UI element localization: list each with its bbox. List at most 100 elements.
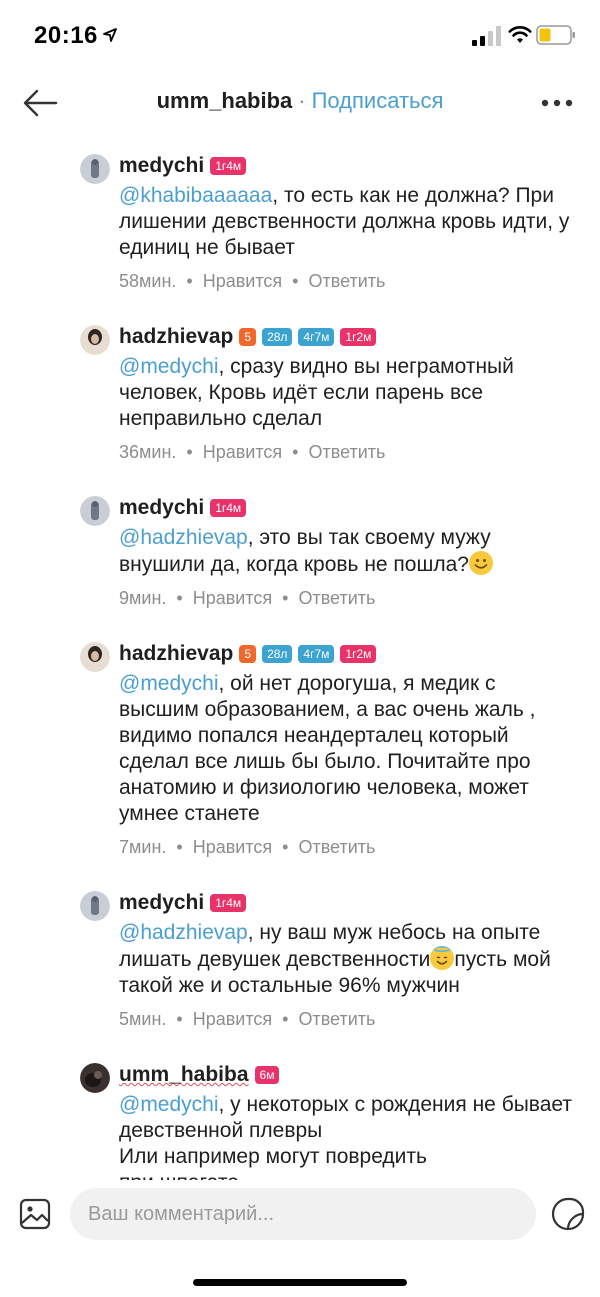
comment-list: medychi 1г4м @khabibaaaaaa, то есть как … xyxy=(0,150,600,1180)
experience-badge: 4г7м xyxy=(298,645,335,663)
separator-dot: • xyxy=(282,1009,289,1029)
comment-text: @hadzhievap, ну ваш муж небось на опыте … xyxy=(119,920,580,999)
mention-link[interactable]: @medychi xyxy=(119,355,219,378)
age-badge: 28л xyxy=(262,645,293,663)
comment-username[interactable]: hadzhievap xyxy=(119,642,233,666)
comment-username[interactable]: hadzhievap xyxy=(119,325,233,349)
avatar[interactable] xyxy=(80,325,110,355)
comment-time: 58мин. xyxy=(119,271,177,291)
comment-username[interactable]: umm_habiba xyxy=(119,1063,249,1087)
separator-dot: • xyxy=(292,442,299,462)
comment-item: medychi 1г4м @khabibaaaaaa, то есть как … xyxy=(0,152,600,295)
comment-header: hadzhievap 5 28л 4г7м 1г2м xyxy=(119,323,580,351)
separator-dot: • xyxy=(176,837,183,857)
image-gallery-icon[interactable] xyxy=(19,1198,51,1230)
level-badge: 5 xyxy=(239,645,257,663)
like-button[interactable]: Нравится xyxy=(193,837,272,857)
avatar[interactable] xyxy=(80,642,110,672)
comment-meta: 9мин. • Нравится • Ответить xyxy=(119,588,580,612)
account-age-badge: 1г2м xyxy=(340,328,377,346)
comment-input[interactable] xyxy=(70,1188,536,1240)
account-age-badge: 1г4м xyxy=(210,157,247,175)
avatar[interactable] xyxy=(80,1063,110,1093)
mention-link[interactable]: @hadzhievap xyxy=(119,526,248,549)
comment-item: medychi 1г4м @hadzhievap, ну ваш муж неб… xyxy=(0,889,600,1033)
follow-button[interactable]: Подписаться xyxy=(312,88,444,113)
level-badge: 5 xyxy=(239,328,257,346)
comment-header: medychi 1г4м xyxy=(119,889,580,917)
comment-body-line3: при шпагате xyxy=(119,1171,239,1180)
separator-dot: • xyxy=(176,1009,183,1029)
header-username[interactable]: umm_habiba xyxy=(157,88,293,113)
account-age-badge: 6м xyxy=(254,1066,280,1084)
comment-text: @medychi, ой нет дорогуша, я медик с выс… xyxy=(119,671,580,827)
comment-header: medychi 1г4м xyxy=(119,494,580,522)
separator-dot: • xyxy=(282,837,289,857)
home-indicator xyxy=(193,1279,407,1286)
sticker-icon[interactable] xyxy=(551,1197,585,1231)
comment-text: @hadzhievap, это вы так своему мужу внуш… xyxy=(119,525,580,578)
mention-link[interactable]: @khabibaaaaaa xyxy=(119,184,272,207)
comment-meta: 7мин. • Нравится • Ответить xyxy=(119,837,580,861)
comment-time: 9мин. xyxy=(119,588,167,608)
reply-button[interactable]: Ответить xyxy=(308,271,385,291)
status-bar: 20:16 xyxy=(0,0,600,70)
comment-meta: 58мин. • Нравится • Ответить xyxy=(119,271,580,295)
reply-button[interactable]: Ответить xyxy=(298,1009,375,1029)
comment-meta: 5мин. • Нравится • Ответить xyxy=(119,1009,580,1033)
separator-dot: • xyxy=(282,588,289,608)
avatar[interactable] xyxy=(80,154,110,184)
comment-text: @medychi, сразу видно вы негрaмотный чел… xyxy=(119,354,580,432)
comment-item: hadzhievap 5 28л 4г7м 1г2м @medychi, сра… xyxy=(0,323,600,466)
avatar[interactable] xyxy=(80,496,110,526)
like-button[interactable]: Нравится xyxy=(193,1009,272,1029)
like-button[interactable]: Нравится xyxy=(193,588,272,608)
separator-dot: • xyxy=(186,442,193,462)
comment-item: medychi 1г4м @hadzhievap, это вы так сво… xyxy=(0,494,600,612)
separator-dot: • xyxy=(186,271,193,291)
account-age-badge: 1г4м xyxy=(210,894,247,912)
comment-username[interactable]: medychi xyxy=(119,891,204,915)
age-badge: 28л xyxy=(262,328,293,346)
comment-time: 7мин. xyxy=(119,837,167,857)
reply-button[interactable]: Ответить xyxy=(298,837,375,857)
comment-time: 36мин. xyxy=(119,442,177,462)
like-button[interactable]: Нравится xyxy=(203,271,282,291)
comment-text: @medychi, у некоторых с рождения не быва… xyxy=(119,1092,580,1180)
mention-link[interactable]: @medychi xyxy=(119,1093,219,1116)
account-age-badge: 1г2м xyxy=(340,645,377,663)
experience-badge: 4г7м xyxy=(298,328,335,346)
cellular-signal-icon xyxy=(472,26,501,46)
wifi-icon xyxy=(508,26,532,43)
comment-time: 5мин. xyxy=(119,1009,167,1029)
avatar[interactable] xyxy=(80,891,110,921)
status-time: 20:16 xyxy=(34,22,98,49)
header-title: umm_habiba · Подписаться xyxy=(0,88,600,114)
comment-meta: 36мин. • Нравится • Ответить xyxy=(119,442,580,466)
comment-username[interactable]: medychi xyxy=(119,154,204,178)
comment-header: hadzhievap 5 28л 4г7м 1г2м xyxy=(119,640,580,668)
comment-item: hadzhievap 5 28л 4г7м 1г2м @medychi, ой … xyxy=(0,640,600,861)
more-options-icon[interactable] xyxy=(540,98,574,108)
like-button[interactable]: Нравится xyxy=(203,442,282,462)
location-arrow-icon xyxy=(103,28,117,42)
comment-username[interactable]: medychi xyxy=(119,496,204,520)
post-header: umm_habiba · Подписаться xyxy=(0,70,600,136)
separator-dot: • xyxy=(176,588,183,608)
reply-button[interactable]: Ответить xyxy=(308,442,385,462)
comment-text: @khabibaaaaaa, то есть как не должна? Пр… xyxy=(119,183,580,261)
header-separator: · xyxy=(298,88,306,113)
smiling-face-emoji-icon xyxy=(468,551,493,575)
mention-link[interactable]: @medychi xyxy=(119,672,219,695)
comment-header: umm_habiba 6м xyxy=(119,1061,580,1089)
separator-dot: • xyxy=(292,271,299,291)
mention-link[interactable]: @hadzhievap xyxy=(119,921,248,944)
reply-button[interactable]: Ответить xyxy=(298,588,375,608)
halo-face-emoji-icon xyxy=(430,946,455,970)
comment-header: medychi 1г4м xyxy=(119,152,580,180)
comment-body-line2: Или например могут повредить xyxy=(119,1145,427,1168)
account-age-badge: 1г4м xyxy=(210,499,247,517)
comment-item: umm_habiba 6м @medychi, у некоторых с ро… xyxy=(0,1061,600,1180)
battery-low-icon xyxy=(536,25,575,45)
comment-composer xyxy=(0,1182,600,1297)
